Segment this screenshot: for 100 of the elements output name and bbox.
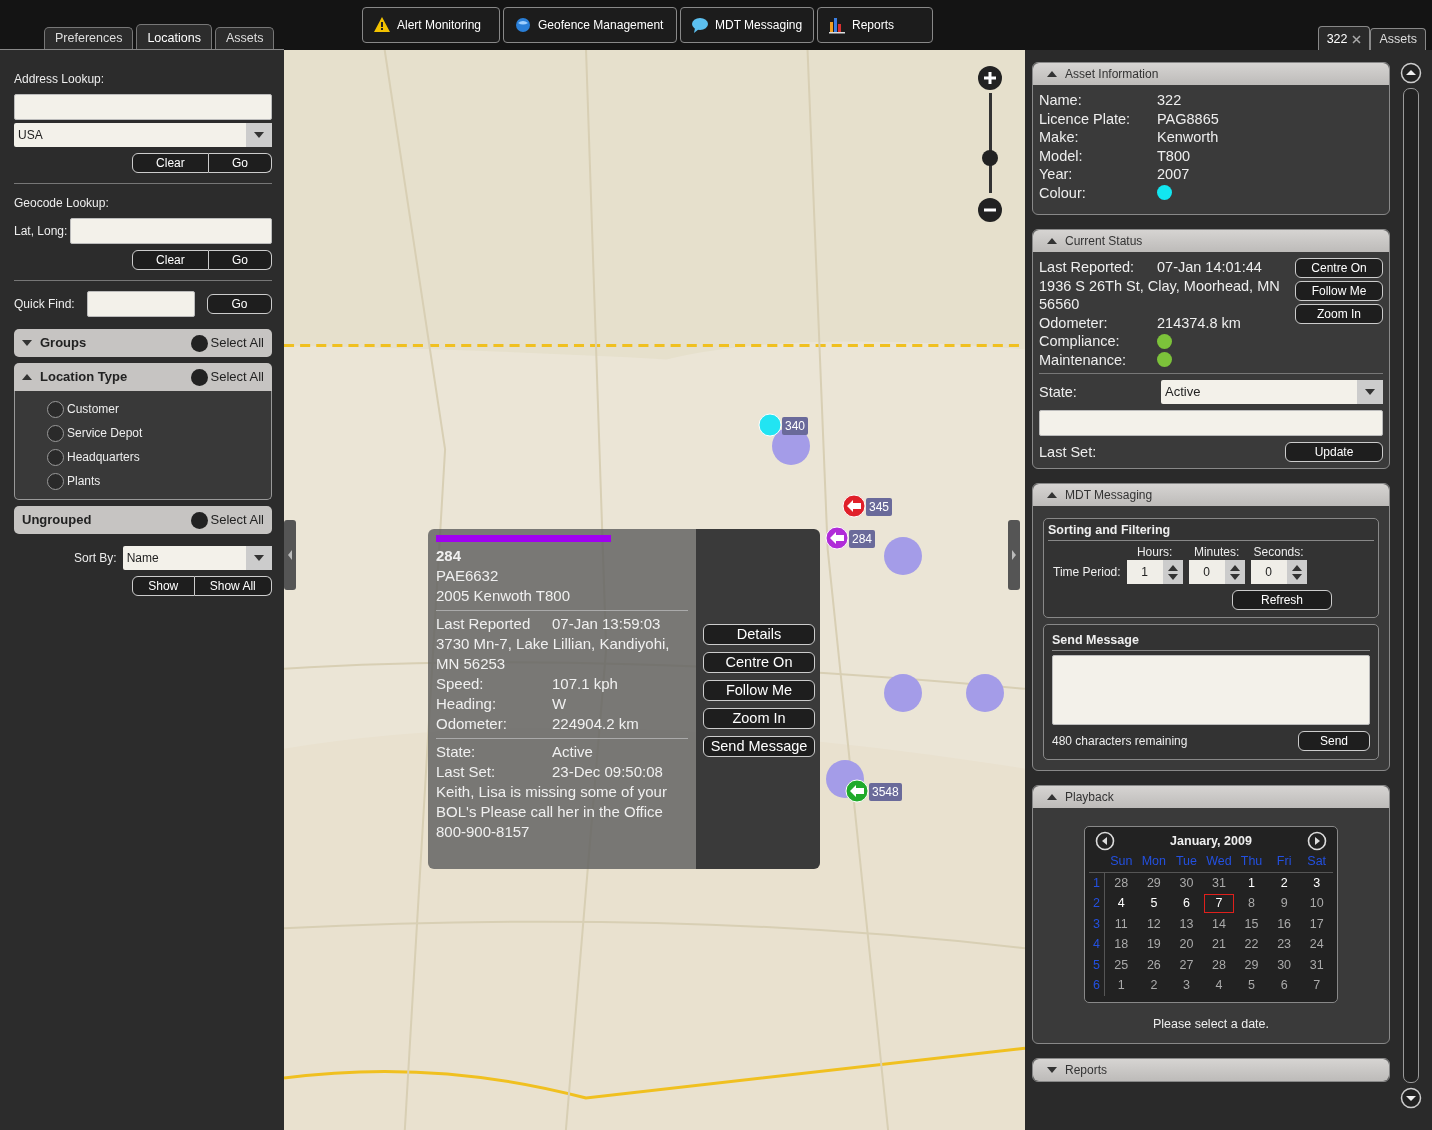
section-header[interactable]: Playback: [1033, 786, 1389, 808]
calendar-day[interactable]: 13: [1170, 913, 1203, 934]
refresh-button[interactable]: Refresh: [1232, 590, 1332, 610]
calendar-day[interactable]: 4: [1202, 975, 1236, 996]
calendar-day[interactable]: 9: [1267, 893, 1301, 914]
button[interactable]: Go: [208, 250, 272, 270]
popup-button[interactable]: Centre On: [703, 652, 815, 673]
state-dropdown[interactable]: Active: [1161, 380, 1383, 404]
calendar-day[interactable]: 8: [1235, 893, 1268, 914]
number-spinner[interactable]: 1: [1126, 560, 1183, 584]
tab[interactable]: Preferences: [44, 27, 134, 49]
country-dropdown[interactable]: USA: [14, 123, 272, 147]
cluster-marker-icon[interactable]: [884, 537, 922, 575]
calendar-day[interactable]: 3: [1300, 872, 1333, 893]
calendar-day[interactable]: 14: [1202, 913, 1236, 934]
zoom-in-button[interactable]: [977, 65, 1003, 91]
quick-find-field[interactable]: [86, 291, 195, 317]
calendar-day[interactable]: 15: [1235, 913, 1268, 934]
calendar-day[interactable]: 18: [1105, 934, 1138, 955]
update-button[interactable]: Update: [1285, 442, 1383, 462]
calendar-day[interactable]: 1: [1235, 872, 1268, 893]
note-field[interactable]: [1039, 410, 1383, 436]
calendar-day[interactable]: 2: [1137, 975, 1171, 996]
checkbox-item[interactable]: Plants: [47, 469, 271, 493]
calendar-day[interactable]: 27: [1170, 954, 1203, 975]
calendar-day[interactable]: 7: [1202, 893, 1236, 914]
calendar-day[interactable]: 3: [1170, 975, 1203, 996]
button[interactable]: Clear: [132, 153, 209, 173]
calendar-day[interactable]: 25: [1105, 954, 1138, 975]
calendar-day[interactable]: 20: [1170, 934, 1203, 955]
checkbox-item[interactable]: Headquarters: [47, 445, 271, 469]
calendar-day[interactable]: 16: [1267, 913, 1301, 934]
scroll-up-button[interactable]: [1400, 62, 1422, 84]
tab[interactable]: Locations: [136, 24, 212, 49]
close-icon[interactable]: [1352, 35, 1362, 45]
arrow-marker-icon[interactable]: [845, 779, 869, 803]
calendar-day[interactable]: 10: [1300, 893, 1333, 914]
calendar-day[interactable]: 19: [1137, 934, 1171, 955]
calendar-day[interactable]: 4: [1105, 893, 1138, 914]
calendar-day[interactable]: 30: [1170, 872, 1203, 893]
calendar-day[interactable]: 2: [1267, 872, 1301, 893]
calendar-day[interactable]: 31: [1202, 872, 1236, 893]
address-field[interactable]: [14, 94, 272, 120]
collapse-handle[interactable]: [284, 520, 296, 590]
zoom-slider[interactable]: [982, 93, 998, 193]
sort-dropdown[interactable]: Name: [122, 546, 272, 570]
number-spinner[interactable]: 0: [1250, 560, 1307, 584]
tab[interactable]: Assets: [214, 27, 275, 49]
calendar-day[interactable]: 28: [1105, 872, 1138, 893]
popup-button[interactable]: Details: [703, 624, 815, 645]
select-all-toggle[interactable]: Select All: [190, 367, 264, 387]
cluster-marker-icon[interactable]: [966, 674, 1004, 712]
arrow-marker-icon[interactable]: [825, 526, 849, 550]
toolbar-button[interactable]: Alert Monitoring: [362, 7, 500, 43]
next-month-button[interactable]: [1307, 831, 1327, 851]
calendar-day[interactable]: 30: [1267, 954, 1301, 975]
button[interactable]: Centre On: [1295, 258, 1383, 278]
number-spinner[interactable]: 0: [1188, 560, 1245, 584]
go-button[interactable]: Go: [207, 294, 272, 314]
calendar-day[interactable]: 17: [1300, 913, 1333, 934]
group-header[interactable]: Location Type Select All: [14, 363, 272, 391]
lat-long-field[interactable]: [70, 218, 272, 244]
calendar-day[interactable]: 23: [1267, 934, 1301, 955]
button[interactable]: Follow Me: [1295, 281, 1383, 301]
cluster-marker-icon[interactable]: [884, 674, 922, 712]
button[interactable]: Show: [132, 576, 195, 596]
previous-month-button[interactable]: [1095, 831, 1115, 851]
calendar-day[interactable]: 24: [1300, 934, 1333, 955]
section-header[interactable]: MDT Messaging: [1033, 484, 1389, 506]
group-header[interactable]: Ungrouped Select All: [14, 506, 272, 534]
calendar-day[interactable]: 1: [1105, 975, 1138, 996]
calendar-day[interactable]: 5: [1235, 975, 1268, 996]
scroll-down-button[interactable]: [1400, 1087, 1422, 1109]
send-button[interactable]: Send: [1298, 731, 1370, 751]
collapse-handle[interactable]: [1008, 520, 1020, 590]
calendar-day[interactable]: 21: [1202, 934, 1236, 955]
arrow-marker-icon[interactable]: [842, 494, 866, 518]
button[interactable]: Clear: [132, 250, 209, 270]
group-header[interactable]: Groups Select All: [14, 329, 272, 357]
calendar-day[interactable]: 22: [1235, 934, 1268, 955]
scrollbar-track[interactable]: [1403, 88, 1419, 1083]
popup-button[interactable]: Zoom In: [703, 708, 815, 729]
calendar-day[interactable]: 6: [1267, 975, 1301, 996]
calendar-day[interactable]: 6: [1170, 893, 1203, 914]
toolbar-button[interactable]: MDT Messaging: [680, 7, 814, 43]
select-all-toggle[interactable]: Select All: [190, 510, 264, 530]
calendar-day[interactable]: 26: [1137, 954, 1171, 975]
checkbox-item[interactable]: Customer: [47, 397, 271, 421]
calendar-day[interactable]: 31: [1300, 954, 1333, 975]
section-header[interactable]: Current Status: [1033, 230, 1389, 252]
calendar-day[interactable]: 12: [1137, 913, 1171, 934]
section-header[interactable]: Asset Information: [1033, 63, 1389, 85]
calendar-day[interactable]: 29: [1235, 954, 1268, 975]
button[interactable]: Zoom In: [1295, 304, 1383, 324]
toolbar-button[interactable]: Reports: [817, 7, 933, 43]
calendar-day[interactable]: 7: [1300, 975, 1333, 996]
calendar-day[interactable]: 28: [1202, 954, 1236, 975]
popup-button[interactable]: Follow Me: [703, 680, 815, 701]
button[interactable]: Go: [208, 153, 272, 173]
tab[interactable]: 322: [1317, 26, 1371, 50]
